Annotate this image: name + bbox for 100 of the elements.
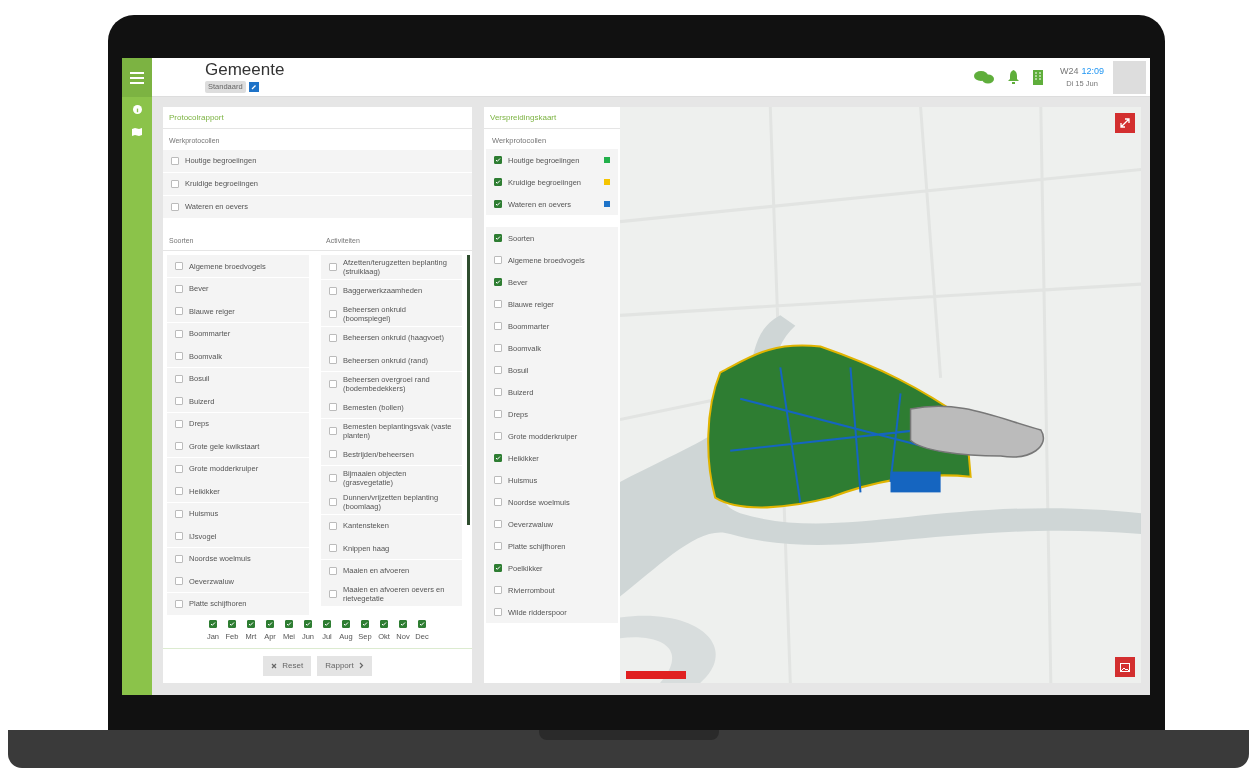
check-icon [229,620,235,627]
chevron-icon [358,662,364,670]
checkbox[interactable] [175,554,183,563]
fullscreen-button[interactable] [1115,113,1135,133]
scale-bar [626,671,686,679]
checkbox[interactable] [329,544,337,552]
checkbox[interactable] [175,397,183,405]
checkbox[interactable] [175,487,183,495]
edit-button[interactable] [248,82,259,92]
checkbox[interactable] [494,234,502,243]
check-icon [400,620,406,627]
checkbox[interactable] [494,476,502,485]
pencil-icon [250,84,257,90]
scrollbar[interactable] [467,255,470,525]
checkbox[interactable] [329,450,337,458]
checkbox[interactable] [494,586,502,595]
image-icon [1120,662,1130,672]
checkbox[interactable] [399,619,407,628]
checkbox[interactable] [494,366,502,375]
checkbox[interactable] [175,464,183,473]
checkbox[interactable] [171,156,179,165]
checkbox[interactable] [323,619,331,628]
checkbox[interactable] [175,329,183,338]
checkbox[interactable] [175,442,183,450]
checkbox[interactable] [361,619,369,628]
checkbox[interactable] [175,307,183,315]
check-icon [495,279,501,286]
checkbox[interactable] [175,509,183,518]
checkbox[interactable] [175,419,183,428]
info-icon[interactable] [132,105,142,114]
check-icon [495,235,501,242]
checkbox[interactable] [329,566,337,575]
check-icon [362,620,368,627]
check-icon [248,620,254,627]
checkbox[interactable] [494,256,502,265]
image-button[interactable] [1115,657,1135,677]
checkbox[interactable] [175,577,183,585]
checkbox[interactable] [494,388,502,397]
checkbox[interactable] [418,619,426,628]
checkbox[interactable] [329,286,337,295]
checkbox[interactable] [171,179,179,188]
checkbox[interactable] [329,426,337,435]
check-icon [419,620,425,627]
checkbox[interactable] [329,590,337,598]
checkbox[interactable] [247,619,255,628]
check-icon [495,157,501,164]
checkbox[interactable] [329,310,337,318]
checkbox[interactable] [494,322,502,331]
checkbox[interactable] [209,619,217,628]
checkbox[interactable] [329,403,337,411]
checkbox[interactable] [494,454,502,463]
checkbox[interactable] [228,619,236,628]
check-icon [343,620,349,627]
checkbox[interactable] [380,619,388,628]
checkbox[interactable] [329,473,337,482]
close-icon [271,662,278,669]
checkbox[interactable] [494,344,502,353]
check-icon [495,201,501,208]
checkbox[interactable] [494,410,502,419]
checkbox[interactable] [304,619,312,628]
checkbox[interactable] [494,520,502,529]
checkbox[interactable] [494,156,502,165]
checkbox[interactable] [329,521,337,530]
checkbox[interactable] [329,356,337,364]
checkbox[interactable] [171,202,179,211]
checkbox[interactable] [175,599,183,608]
checkbox[interactable] [175,262,183,270]
checkbox[interactable] [329,263,337,271]
checkbox[interactable] [329,379,337,388]
building-icon[interactable] [1033,69,1043,85]
checkbox[interactable] [175,374,183,383]
chat-icon[interactable] [974,70,994,84]
checkbox[interactable] [329,333,337,342]
checkbox[interactable] [494,200,502,209]
check-icon [267,620,273,627]
checkbox[interactable] [494,300,502,309]
checkbox[interactable] [494,178,502,187]
checkbox[interactable] [494,432,502,441]
map-icon[interactable] [132,128,142,136]
panel-title: Verspreidingskaart [490,111,557,124]
check-icon [495,179,501,186]
checkbox[interactable] [494,278,502,287]
checkbox[interactable] [329,498,337,506]
check-icon [495,565,501,572]
checkbox[interactable] [175,352,183,360]
menu-icon[interactable] [122,58,152,97]
checkbox[interactable] [266,619,274,628]
panel-title: Protocolrapport [169,111,224,124]
checkbox[interactable] [175,284,183,293]
checkbox[interactable] [285,619,293,628]
page-title: Gemeente [205,61,285,80]
check-icon [210,620,216,627]
checkbox[interactable] [494,498,502,507]
checkbox[interactable] [175,532,183,540]
checkbox[interactable] [494,564,502,573]
bell-icon[interactable] [1008,70,1019,84]
checkbox[interactable] [494,608,502,617]
checkbox[interactable] [494,542,502,551]
check-icon [495,455,501,462]
checkbox[interactable] [342,619,350,628]
